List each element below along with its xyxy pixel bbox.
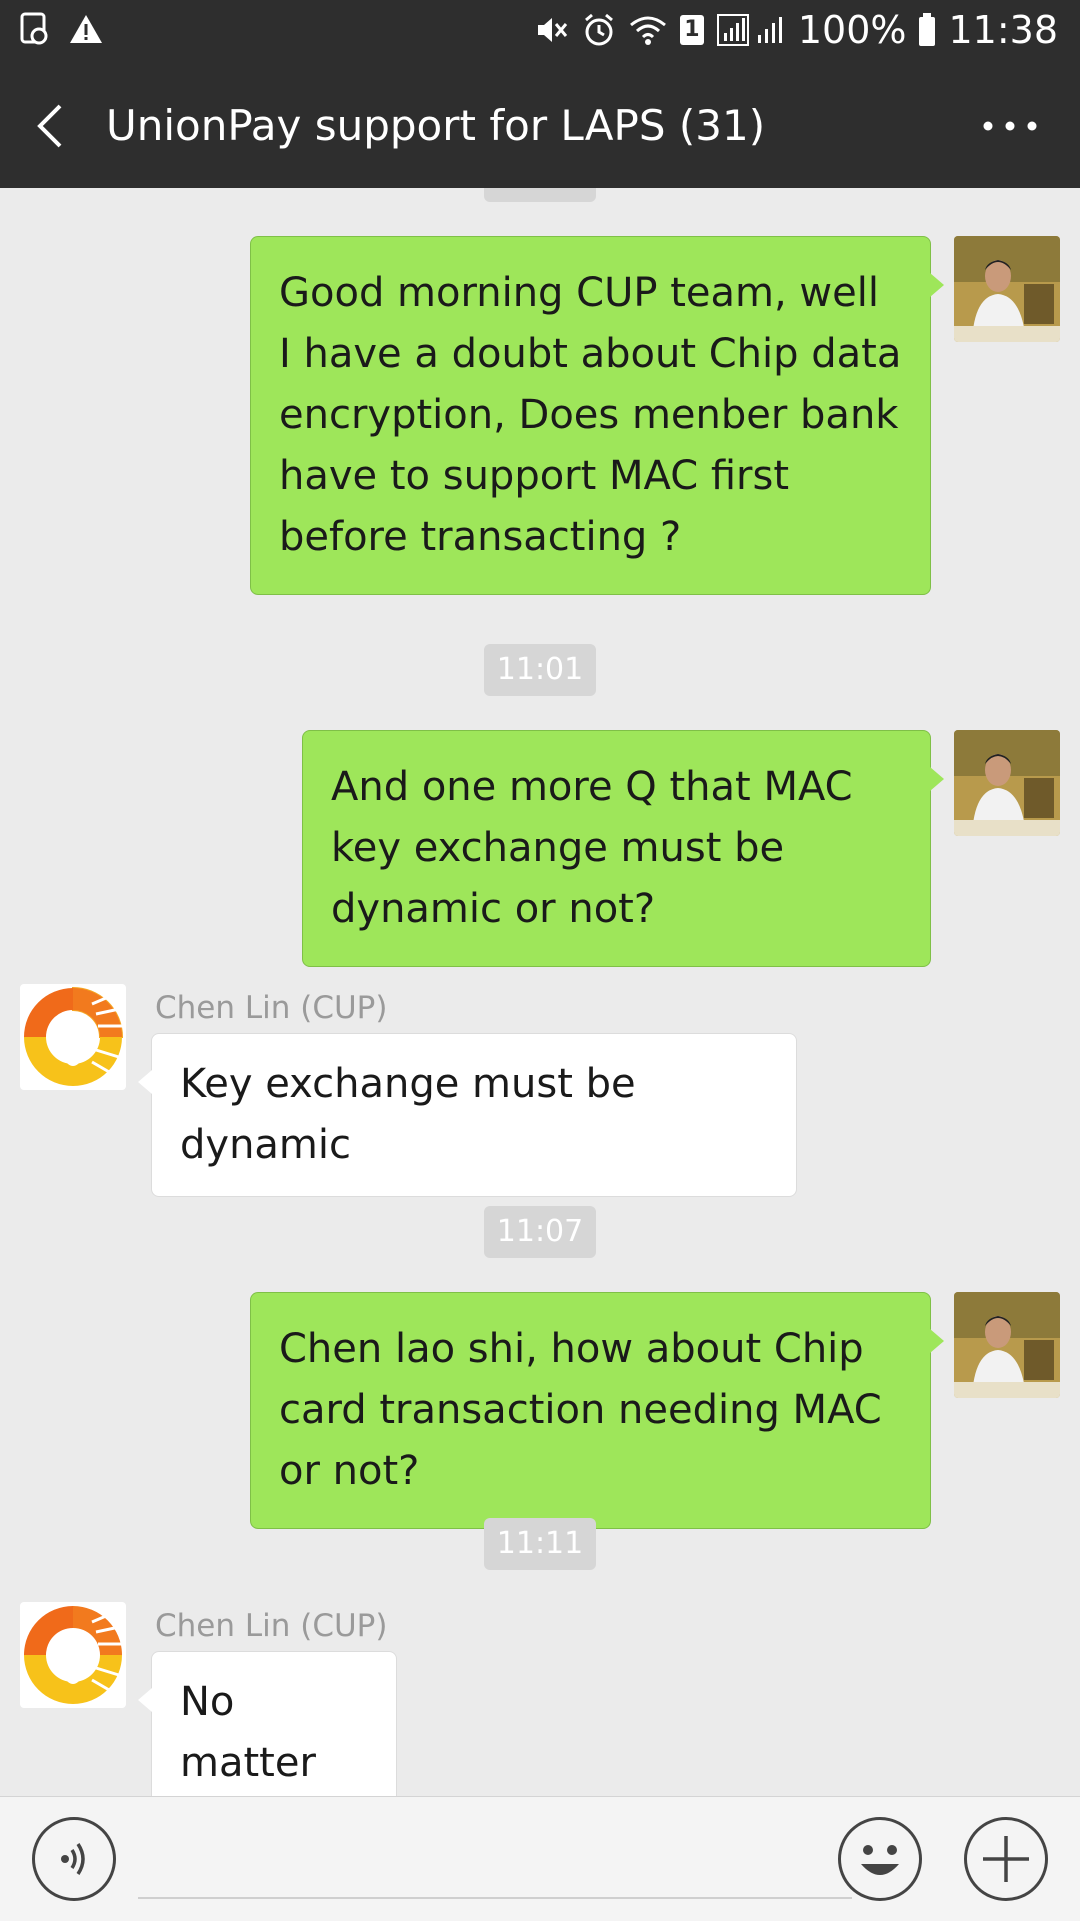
status-bar: 1 100% 11:38 bbox=[0, 0, 1080, 64]
message-text: No matter bbox=[180, 1679, 316, 1786]
voice-icon bbox=[61, 1843, 85, 1875]
status-left-icons bbox=[20, 12, 104, 46]
screenshot-notification-icon bbox=[20, 12, 48, 45]
plus-icon bbox=[983, 1836, 1029, 1882]
message-list[interactable]: Good morning CUP team, well I have a dou… bbox=[0, 188, 1080, 1796]
message-text: Good morning CUP team, well I have a dou… bbox=[279, 270, 902, 560]
signal-icon bbox=[716, 14, 782, 46]
incoming-message[interactable]: Key exchange must be dynamic bbox=[138, 1033, 797, 1197]
more-dots-icon bbox=[983, 121, 1037, 131]
outgoing-message[interactable]: And one more Q that MAC key exchange mus… bbox=[302, 730, 944, 967]
emoji-icon bbox=[861, 1845, 899, 1875]
clock: 11:38 bbox=[948, 8, 1058, 52]
input-bar bbox=[0, 1796, 1080, 1921]
chat-header: UnionPay support for LAPS (31) bbox=[0, 64, 1080, 188]
more-button[interactable] bbox=[980, 104, 1040, 148]
mute-icon bbox=[537, 18, 567, 42]
sender-name: Chen Lin (CUP) bbox=[155, 990, 388, 1026]
emoji-button[interactable] bbox=[838, 1817, 922, 1901]
input-underline bbox=[138, 1897, 852, 1899]
status-right-icons: 1 100% 11:38 bbox=[534, 8, 1058, 52]
back-button[interactable] bbox=[30, 94, 90, 158]
timestamp: 11:01 bbox=[484, 644, 596, 696]
voice-button[interactable] bbox=[32, 1817, 116, 1901]
chat-title: UnionPay support for LAPS (31) bbox=[106, 101, 766, 150]
my-avatar[interactable] bbox=[954, 730, 1060, 836]
timestamp-partial bbox=[484, 188, 596, 202]
alarm-icon bbox=[584, 13, 613, 46]
timestamp: 11:07 bbox=[484, 1206, 596, 1258]
incoming-message[interactable]: No matter bbox=[138, 1651, 397, 1796]
my-avatar[interactable] bbox=[954, 1292, 1060, 1398]
warning-icon bbox=[70, 15, 102, 43]
outgoing-message[interactable]: Good morning CUP team, well I have a dou… bbox=[250, 236, 944, 595]
outgoing-message[interactable]: Chen lao shi, how about Chip card transa… bbox=[250, 1292, 944, 1529]
chevron-left-icon bbox=[37, 104, 62, 148]
message-text: Key exchange must be dynamic bbox=[180, 1061, 636, 1168]
wifi-icon bbox=[629, 16, 666, 45]
battery-icon bbox=[919, 13, 936, 46]
more-functions-button[interactable] bbox=[964, 1817, 1048, 1901]
contact-avatar[interactable] bbox=[20, 984, 126, 1090]
sender-name: Chen Lin (CUP) bbox=[155, 1608, 388, 1644]
message-text: And one more Q that MAC key exchange mus… bbox=[331, 764, 853, 932]
timestamp: 11:11 bbox=[484, 1518, 596, 1570]
battery-percent: 100% bbox=[797, 8, 907, 52]
my-avatar[interactable] bbox=[954, 236, 1060, 342]
sim-badge: 1 bbox=[679, 15, 704, 45]
message-input[interactable] bbox=[138, 1827, 856, 1895]
contact-avatar[interactable] bbox=[20, 1602, 126, 1708]
message-text: Chen lao shi, how about Chip card transa… bbox=[279, 1326, 882, 1494]
